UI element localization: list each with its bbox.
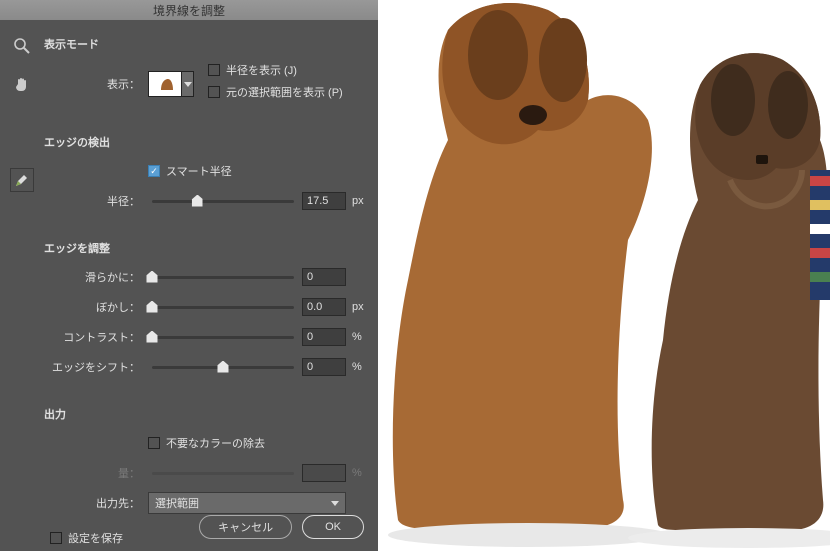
smooth-label: 滑らかに： [44, 269, 148, 285]
heading-edge-adjust: エッジを調整 [44, 228, 366, 256]
amount-slider [152, 472, 294, 475]
radius-unit: px [346, 195, 366, 207]
ok-button[interactable]: OK [302, 515, 364, 539]
view-label: 表示： [44, 76, 148, 92]
decontaminate-label: 不要なカラーの除去 [166, 435, 265, 451]
smart-radius-label: スマート半径 [166, 163, 232, 179]
preview-area [378, 0, 830, 551]
toolbar [0, 0, 44, 551]
smart-radius-checkbox[interactable] [148, 165, 160, 177]
contrast-label: コントラスト： [44, 329, 148, 345]
remember-settings-label: 設定を保存 [68, 530, 123, 546]
smooth-slider[interactable] [152, 276, 294, 279]
content: 表示モード 表示： 半径を表示 (J) [44, 0, 378, 551]
feather-unit: px [346, 301, 366, 313]
output-to-label: 出力先： [44, 495, 148, 511]
view-thumbnail[interactable] [148, 71, 182, 97]
refine-edge-panel: 境界線を調整 表示モード 表示： [0, 0, 378, 551]
contrast-input[interactable] [302, 328, 346, 346]
dialog-footer: キャンセル OK [199, 515, 364, 539]
section-output: 出力 不要なカラーの除去 量： % 出力先： 選択範囲 [44, 394, 366, 514]
chevron-down-icon [331, 501, 339, 506]
section-edge-detection: エッジの検出 スマート半径 半径： px [44, 122, 366, 212]
heading-edge-detection: エッジの検出 [44, 122, 366, 150]
smooth-input[interactable] [302, 268, 346, 286]
show-radius-label: 半径を表示 (J) [226, 62, 297, 78]
amount-unit: % [346, 467, 366, 479]
shift-input[interactable] [302, 358, 346, 376]
heading-output: 出力 [44, 394, 366, 422]
remember-settings-checkbox[interactable] [50, 532, 62, 544]
feather-slider[interactable] [152, 306, 294, 309]
show-original-label: 元の選択範囲を表示 (P) [226, 84, 343, 100]
hand-icon[interactable] [12, 74, 32, 94]
radius-slider[interactable] [152, 200, 294, 203]
section-edge-adjust: エッジを調整 滑らかに： ぼかし： px コントラスト： % エッジをシフト： [44, 228, 366, 378]
preview-image [378, 0, 830, 551]
feather-input[interactable] [302, 298, 346, 316]
show-radius-checkbox[interactable] [208, 64, 220, 76]
shift-unit: % [346, 361, 366, 373]
dialog-title: 境界線を調整 [0, 0, 378, 20]
contrast-slider[interactable] [152, 336, 294, 339]
output-to-select[interactable]: 選択範囲 [148, 492, 346, 514]
cancel-button[interactable]: キャンセル [199, 515, 292, 539]
amount-input [302, 464, 346, 482]
amount-label: 量： [44, 465, 148, 481]
heading-view-mode: 表示モード [44, 24, 366, 52]
shift-label: エッジをシフト： [44, 359, 148, 375]
contrast-unit: % [346, 331, 366, 343]
radius-label: 半径： [44, 193, 148, 209]
refine-brush-icon[interactable] [10, 168, 34, 192]
output-to-value: 選択範囲 [155, 495, 199, 511]
feather-label: ぼかし： [44, 299, 148, 315]
view-dropdown-icon[interactable] [182, 71, 194, 97]
decontaminate-checkbox[interactable] [148, 437, 160, 449]
radius-input[interactable] [302, 192, 346, 210]
zoom-icon[interactable] [12, 36, 32, 56]
shift-slider[interactable] [152, 366, 294, 369]
show-original-checkbox[interactable] [208, 86, 220, 98]
